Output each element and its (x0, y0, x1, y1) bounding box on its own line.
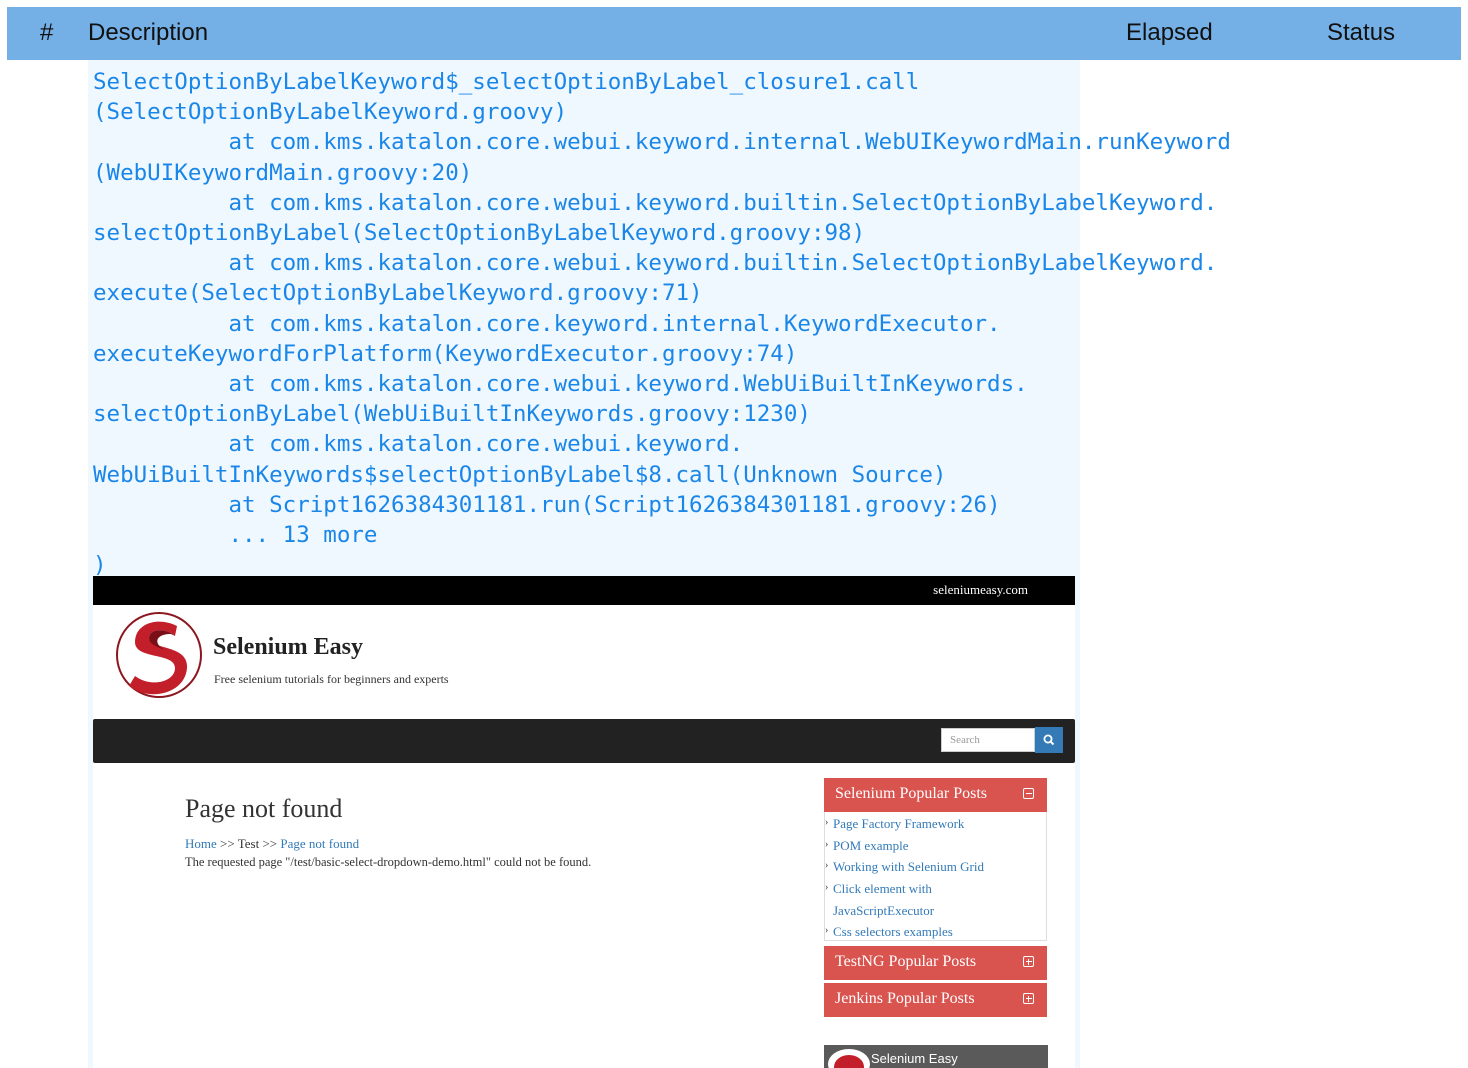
panel-testng-popular-posts[interactable]: TestNG Popular Posts (824, 946, 1047, 980)
stack-trace-line: at com.kms.katalon.core.webui.keyword.bu… (93, 189, 1218, 216)
selenium-easy-logo-icon[interactable] (113, 610, 209, 700)
list-item-pom-example[interactable]: POM example (825, 834, 909, 857)
list-item-javascript-executor[interactable]: JavaScriptExecutor (833, 900, 934, 922)
list-item-selenium-grid[interactable]: Working with Selenium Grid (825, 855, 984, 878)
selenium-logo-icon (828, 1049, 870, 1068)
video-title: Selenium Easy (871, 1051, 958, 1066)
panel-jenkins-popular-posts[interactable]: Jenkins Popular Posts (824, 983, 1047, 1017)
site-search-input[interactable] (941, 728, 1035, 752)
site-search-button[interactable] (1035, 727, 1063, 753)
breadcrumb-current-link[interactable]: Page not found (280, 836, 359, 851)
site-brand-name[interactable]: Selenium Easy (213, 634, 363, 661)
stack-trace-line: ... 13 more (93, 522, 378, 549)
site-navbar (93, 719, 1075, 763)
list-item-click-element[interactable]: Click element with (825, 877, 932, 900)
collapse-icon[interactable] (1023, 788, 1034, 799)
topbar-site-link[interactable]: seleniumeasy.com (933, 582, 1028, 598)
stack-trace-line: at com.kms.katalon.core.webui.keyword.bu… (93, 250, 1218, 277)
stack-trace-line: WebUiBuiltInKeywords$selectOptionByLabel… (93, 461, 947, 488)
column-header-number: # (40, 19, 54, 46)
site-topbar: seleniumeasy.com (93, 576, 1075, 605)
stack-trace-line: at com.kms.katalon.core.webui.keyword. (93, 431, 744, 458)
breadcrumb-separator: >> (220, 836, 235, 851)
stack-trace-text: SelectOptionByLabelKeyword$_selectOption… (93, 67, 1231, 580)
expand-icon[interactable] (1023, 993, 1034, 1004)
column-header-status: Status (1327, 19, 1396, 46)
stack-trace-line: (SelectOptionByLabelKeyword.groovy) (93, 99, 568, 126)
panel-title: Jenkins Popular Posts (835, 990, 975, 1007)
breadcrumb-test: Test (237, 836, 260, 851)
breadcrumb: Home >> Test >> Page not found (185, 836, 359, 852)
stack-trace-line: selectOptionByLabel(WebUiBuiltInKeywords… (93, 401, 811, 428)
stack-trace-line: execute(SelectOptionByLabelKeyword.groov… (93, 280, 703, 307)
site-tagline: Free selenium tutorials for beginners an… (214, 672, 449, 686)
stack-trace-line: executeKeywordForPlatform(KeywordExecuto… (93, 340, 798, 367)
stack-trace-line: at com.kms.katalon.core.keyword.internal… (93, 310, 1001, 337)
stack-trace-line: at com.kms.katalon.core.webui.keyword.in… (93, 129, 1231, 156)
column-header-elapsed: Elapsed (1126, 19, 1213, 46)
video-thumbnail[interactable]: Selenium Easy (824, 1045, 1048, 1068)
stack-trace-line: at Script1626384301181.run(Script1626384… (93, 491, 1001, 518)
expand-icon[interactable] (1023, 956, 1034, 967)
stack-trace-line: (WebUIKeywordMain.groovy:20) (93, 159, 473, 186)
stack-trace-line: SelectOptionByLabelKeyword$_selectOption… (93, 69, 920, 95)
page-title: Page not found (185, 794, 343, 823)
stack-trace-line: selectOptionByLabel(SelectOptionByLabelK… (93, 220, 866, 247)
column-header-description: Description (88, 19, 209, 46)
breadcrumb-home-link[interactable]: Home (185, 836, 217, 851)
report-table-header: # Description Elapsed Status (7, 7, 1461, 60)
search-icon (1043, 734, 1055, 746)
selenium-posts-list: Page Factory Framework POM example Worki… (824, 812, 1047, 941)
panel-selenium-popular-posts[interactable]: Selenium Popular Posts (824, 778, 1047, 812)
stack-trace-line: ) (93, 552, 107, 579)
stack-trace-line: at com.kms.katalon.core.webui.keyword.We… (93, 371, 1028, 398)
breadcrumb-separator: >> (262, 836, 278, 851)
list-item-css-selectors[interactable]: Css selectors examples (825, 920, 953, 943)
list-item-page-factory[interactable]: Page Factory Framework (825, 812, 964, 835)
panel-title: TestNG Popular Posts (835, 953, 977, 970)
embedded-screenshot: seleniumeasy.com Selenium Easy Free sele… (93, 576, 1075, 1068)
panel-title: Selenium Popular Posts (835, 785, 988, 802)
not-found-message: The requested page "/test/basic-select-d… (185, 855, 592, 869)
